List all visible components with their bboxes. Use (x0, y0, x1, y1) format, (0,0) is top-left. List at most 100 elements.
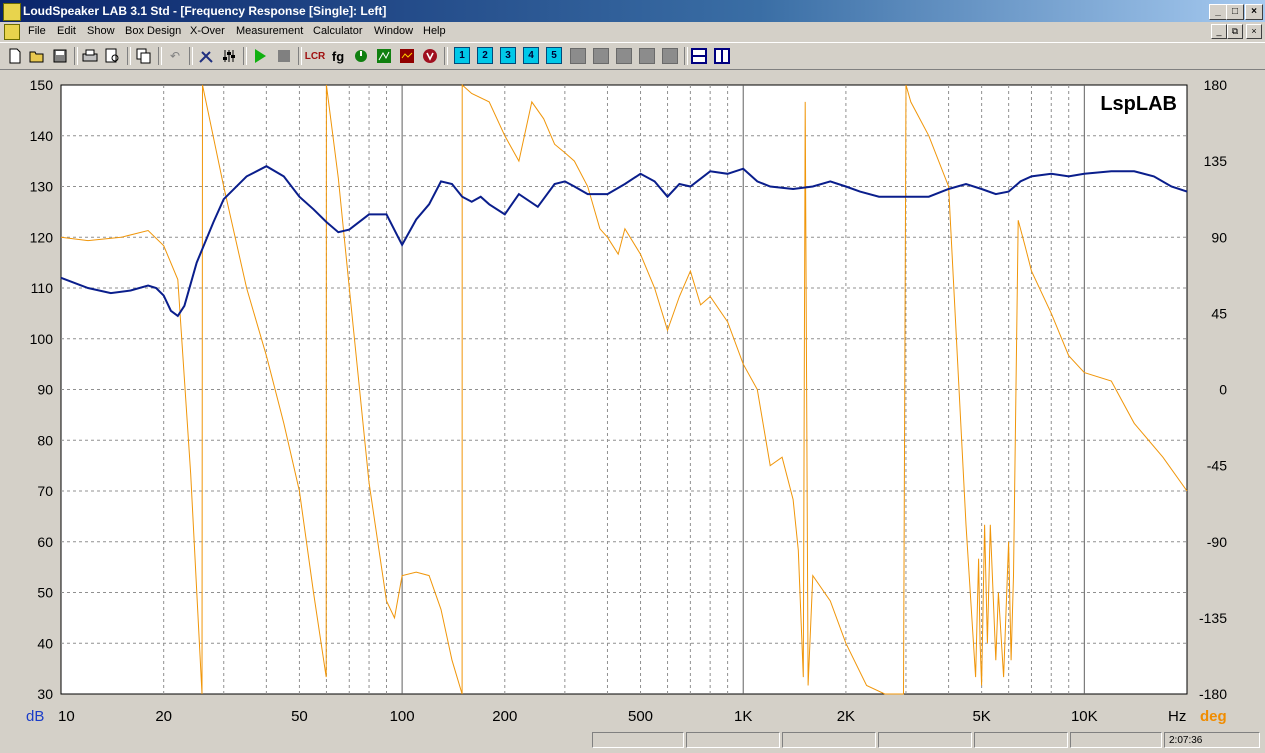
right-tick-label: 0 (1219, 382, 1227, 398)
toolbar-separator (127, 47, 131, 65)
toolbar-separator (74, 47, 78, 65)
print-preview-icon[interactable] (104, 47, 122, 65)
right-tick-label: -180 (1199, 686, 1227, 702)
preset-4-button[interactable]: 4 (523, 47, 539, 64)
menu-edit[interactable]: Edit (57, 25, 76, 37)
frequency-response-chart[interactable]: 30405060708090100110120130140150 1801359… (0, 70, 1265, 728)
x-axis-ticks: 10 20 50 100 200 500 1K 2K 5K 10K (58, 708, 1098, 725)
left-tick-label: 80 (37, 432, 53, 448)
right-tick-label: -135 (1199, 610, 1227, 626)
toolbar: ↶ LCR fg 1 2 3 4 5 (0, 42, 1265, 70)
x-tick-label: 5K (972, 708, 990, 725)
maximize-button[interactable]: □ (1226, 4, 1244, 20)
right-tick-label: -45 (1207, 458, 1227, 474)
status-panel (1070, 732, 1162, 748)
document-icon[interactable] (4, 24, 20, 40)
x-tick-label: 50 (291, 708, 308, 725)
split-v-icon[interactable] (713, 47, 731, 65)
disabled-button[interactable] (639, 48, 655, 64)
sliders-icon[interactable] (220, 47, 238, 65)
left-tick-label: 150 (30, 77, 54, 93)
stop-icon[interactable] (275, 47, 293, 65)
open-icon[interactable] (28, 47, 46, 65)
left-tick-label: 60 (37, 534, 53, 550)
left-axis-unit: dB (26, 708, 44, 725)
right-tick-label: -90 (1207, 534, 1227, 550)
left-tick-label: 50 (37, 585, 53, 601)
menu-file[interactable]: File (28, 25, 46, 37)
window-title: LoudSpeaker LAB 3.1 Std - [Frequency Res… (23, 4, 387, 18)
menu-window[interactable]: Window (374, 25, 413, 37)
mdi-minimize-button[interactable]: _ (1211, 24, 1227, 39)
status-time: 2:07:36 (1164, 732, 1260, 748)
minimize-button[interactable]: _ (1209, 4, 1227, 20)
left-tick-label: 70 (37, 483, 53, 499)
right-tick-label: 135 (1204, 153, 1228, 169)
status-panel (974, 732, 1068, 748)
left-tick-label: 40 (37, 635, 53, 651)
menu-help[interactable]: Help (423, 25, 446, 37)
preset-1-button[interactable]: 1 (454, 47, 470, 64)
mdi-restore-button[interactable]: ⧉ (1227, 24, 1243, 39)
play-icon[interactable] (251, 47, 269, 65)
right-tick-label: 90 (1211, 229, 1227, 245)
status-panel (686, 732, 780, 748)
right-axis-unit: deg (1200, 708, 1227, 725)
watermark-logo: LspLAB (1100, 93, 1177, 115)
preset-2-button[interactable]: 2 (477, 47, 493, 64)
preset-3-button[interactable]: 3 (500, 47, 516, 64)
undo-icon[interactable]: ↶ (166, 47, 184, 65)
copy-icon[interactable] (135, 47, 153, 65)
left-tick-label: 120 (30, 229, 54, 245)
menu-measurement[interactable]: Measurement (236, 25, 303, 37)
app-icon[interactable] (3, 3, 21, 21)
toolbar-separator (158, 47, 162, 65)
tools-icon[interactable] (197, 47, 215, 65)
left-tick-label: 140 (30, 128, 54, 144)
menu-x-over[interactable]: X-Over (190, 25, 225, 37)
menu-bar: File Edit Show Box Design X-Over Measure… (0, 22, 1265, 42)
menu-show[interactable]: Show (87, 25, 115, 37)
toolbar-separator (298, 47, 302, 65)
menu-box-design[interactable]: Box Design (125, 25, 181, 37)
disabled-button[interactable] (662, 48, 678, 64)
close-button[interactable]: × (1245, 4, 1263, 20)
v-icon[interactable] (421, 47, 439, 65)
x-tick-label: 1K (734, 708, 752, 725)
chart-icon[interactable] (375, 47, 393, 65)
left-tick-label: 90 (37, 382, 53, 398)
gauge-icon[interactable] (352, 47, 370, 65)
disabled-button[interactable] (593, 48, 609, 64)
status-panel (782, 732, 876, 748)
right-axis-ticks: 180 135 90 45 0 -45 -90 -135 -180 (1199, 77, 1227, 702)
disabled-button[interactable] (616, 48, 632, 64)
save-icon[interactable] (51, 47, 69, 65)
left-tick-label: 110 (31, 280, 54, 296)
split-h-icon[interactable] (690, 47, 708, 65)
left-tick-label: 130 (30, 179, 54, 195)
x-tick-label: 2K (837, 708, 855, 725)
title-bar: LoudSpeaker LAB 3.1 Std - [Frequency Res… (0, 0, 1265, 22)
toolbar-separator (684, 47, 688, 65)
status-panel (592, 732, 684, 748)
x-axis-unit: Hz (1168, 708, 1186, 725)
right-tick-label: 45 (1211, 305, 1227, 321)
new-icon[interactable] (6, 47, 24, 65)
toolbar-separator (243, 47, 247, 65)
print-icon[interactable] (81, 47, 99, 65)
chart-panel: 30 40 50 60 70 80 90 100 110 120 130 140 150 180 135 9… (0, 70, 1265, 728)
preset-5-button[interactable]: 5 (546, 47, 562, 64)
disabled-button[interactable] (570, 48, 586, 64)
menu-calculator[interactable]: Calculator (313, 25, 363, 37)
x-tick-label: 200 (492, 708, 517, 725)
mdi-close-button[interactable]: × (1246, 24, 1262, 39)
x-tick-label: 100 (390, 708, 415, 725)
right-tick-label: 180 (1204, 77, 1228, 93)
lcr-icon[interactable]: LCR (305, 47, 326, 65)
waterfall-icon[interactable] (398, 47, 416, 65)
toolbar-separator (189, 47, 193, 65)
x-tick-label: 10 (58, 708, 75, 725)
left-tick-label: 30 (37, 686, 53, 702)
fg-icon[interactable]: fg (329, 47, 347, 65)
x-tick-label: 10K (1071, 708, 1098, 725)
